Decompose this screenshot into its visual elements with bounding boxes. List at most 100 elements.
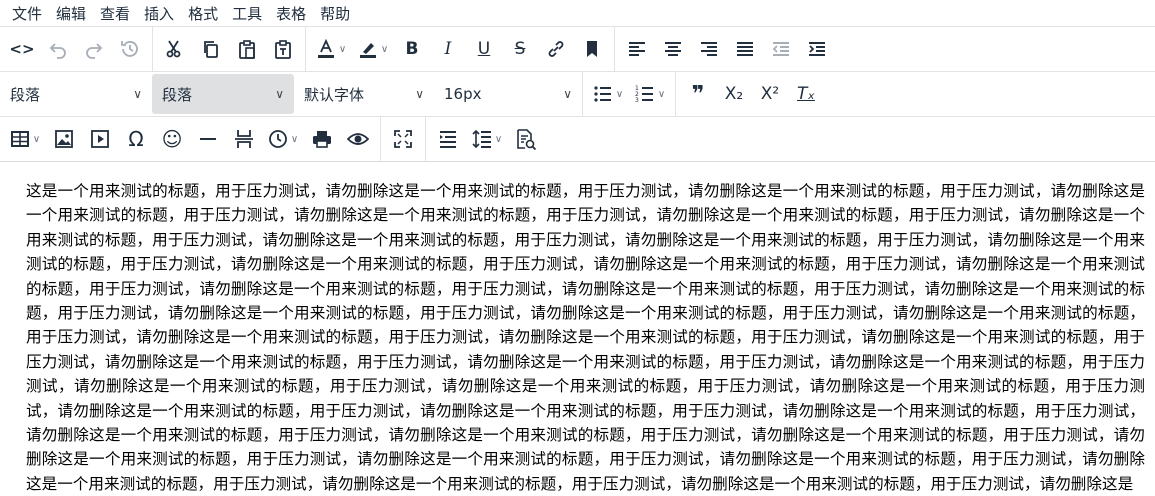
align-left-button[interactable] xyxy=(619,32,655,66)
clock-icon xyxy=(268,130,287,148)
superscript-button[interactable]: X² xyxy=(752,77,788,111)
page-break-icon xyxy=(235,130,253,148)
fullscreen-icon xyxy=(394,130,412,148)
clear-format-icon: Tₓ xyxy=(797,84,815,104)
menu-file[interactable]: 文件 xyxy=(12,3,42,24)
indent-icon xyxy=(809,42,825,56)
page-break-button[interactable] xyxy=(226,122,262,156)
align-right-icon xyxy=(701,42,717,56)
table-icon xyxy=(10,131,29,147)
formatting-group: ∨ ∨ B I U S xyxy=(306,27,615,71)
chevron-down-icon: ∨ xyxy=(563,87,572,101)
text-color-icon xyxy=(317,39,334,58)
text-color-button[interactable]: ∨ xyxy=(310,32,352,66)
quote-icon: ❞ xyxy=(691,81,705,107)
indent-button[interactable] xyxy=(799,32,835,66)
editor-content[interactable]: 这是一个用来测试的标题，用于压力测试，请勿删除这是一个用来测试的标题，用于压力测… xyxy=(0,162,1155,496)
link-button[interactable] xyxy=(538,32,574,66)
chevron-down-icon: ∨ xyxy=(615,88,624,100)
menu-help[interactable]: 帮助 xyxy=(320,3,350,24)
bullet-list-button[interactable]: ∨ xyxy=(587,77,629,111)
fullscreen-button[interactable] xyxy=(385,122,421,156)
table-button[interactable]: ∨ xyxy=(4,122,46,156)
emoticons-button[interactable]: ☺ xyxy=(154,122,190,156)
horizontal-rule-button[interactable] xyxy=(190,122,226,156)
block-format-select[interactable]: 段落 ∨ xyxy=(0,74,152,114)
view-group xyxy=(381,117,426,161)
chevron-down-icon: ∨ xyxy=(657,88,666,100)
blockquote-button[interactable]: ❞ xyxy=(680,77,716,111)
code-icon: <> xyxy=(9,40,35,58)
line-height-button[interactable]: ∨ xyxy=(466,122,508,156)
scissors-icon xyxy=(166,40,181,58)
menu-format[interactable]: 格式 xyxy=(188,3,218,24)
paragraph-select[interactable]: 段落 ∨ xyxy=(152,74,294,114)
align-right-button[interactable] xyxy=(691,32,727,66)
copy-icon xyxy=(204,41,218,58)
strikethrough-button[interactable]: S xyxy=(502,32,538,66)
numbered-list-icon: 123 xyxy=(635,85,653,104)
chevron-down-icon: ∨ xyxy=(338,43,347,55)
italic-button[interactable]: I xyxy=(430,32,466,66)
underline-button[interactable]: U xyxy=(466,32,502,66)
alignment-group xyxy=(615,27,839,71)
align-justify-icon xyxy=(737,42,753,56)
menu-table[interactable]: 表格 xyxy=(276,3,306,24)
outdent-button[interactable] xyxy=(763,32,799,66)
history-icon xyxy=(121,41,138,57)
redo-button[interactable] xyxy=(76,32,112,66)
align-center-button[interactable] xyxy=(655,32,691,66)
align-center-icon xyxy=(665,42,681,56)
font-family-value: 默认字体 xyxy=(304,85,365,104)
image-icon xyxy=(55,130,73,148)
special-char-button[interactable]: Ω xyxy=(118,122,154,156)
menu-tools[interactable]: 工具 xyxy=(232,3,262,24)
font-family-select[interactable]: 默认字体 ∨ xyxy=(294,74,434,114)
selects-group: 段落 ∨ 段落 ∨ 默认字体 ∨ 16px ∨ xyxy=(0,72,583,116)
subscript-icon: X₂ xyxy=(724,84,744,104)
chevron-down-icon: ∨ xyxy=(494,133,503,145)
underline-icon: U xyxy=(477,39,491,59)
bold-button[interactable]: B xyxy=(394,32,430,66)
undo-icon xyxy=(49,43,66,59)
menu-view[interactable]: 查看 xyxy=(100,3,130,24)
image-button[interactable] xyxy=(46,122,82,156)
bullet-list-icon xyxy=(594,86,611,102)
highlight-color-button[interactable]: ∨ xyxy=(352,32,394,66)
document-search-icon xyxy=(517,129,537,150)
media-button[interactable] xyxy=(82,122,118,156)
print-button[interactable] xyxy=(304,122,340,156)
font-size-value: 16px xyxy=(444,85,482,103)
preview-button[interactable] xyxy=(340,122,376,156)
source-code-button[interactable]: <> xyxy=(4,32,40,66)
subscript-button[interactable]: X₂ xyxy=(716,77,752,111)
insert-datetime-button[interactable]: ∨ xyxy=(262,122,304,156)
copy-button[interactable] xyxy=(193,32,229,66)
undo-button[interactable] xyxy=(40,32,76,66)
menu-insert[interactable]: 插入 xyxy=(144,3,174,24)
history-group: <> xyxy=(0,27,153,71)
clear-format-button[interactable]: Tₓ xyxy=(788,77,824,111)
align-left-icon xyxy=(629,42,645,56)
insert-group: ∨ Ω ☺ ∨ xyxy=(0,117,381,161)
restore-draft-button[interactable] xyxy=(112,32,148,66)
superscript-icon: X² xyxy=(760,84,780,104)
chevron-down-icon: ∨ xyxy=(133,87,142,101)
editor-area[interactable]: 这是一个用来测试的标题，用于压力测试，请勿删除这是一个用来测试的标题，用于压力测… xyxy=(0,161,1155,496)
paste-button[interactable] xyxy=(229,32,265,66)
omega-icon: Ω xyxy=(128,127,144,151)
cut-button[interactable] xyxy=(157,32,193,66)
italic-icon: I xyxy=(444,39,452,59)
word-count-button[interactable] xyxy=(508,122,544,156)
line-indent-button[interactable] xyxy=(430,122,466,156)
font-size-select[interactable]: 16px ∨ xyxy=(434,74,582,114)
numbered-list-button[interactable]: 123 ∨ xyxy=(629,77,671,111)
toolbar-row-3: ∨ Ω ☺ ∨ ∨ xyxy=(0,116,1155,161)
bookmark-button[interactable] xyxy=(574,32,610,66)
paste-text-button[interactable] xyxy=(265,32,301,66)
menubar: 文件 编辑 查看 插入 格式 工具 表格 帮助 xyxy=(0,0,1155,26)
menu-edit[interactable]: 编辑 xyxy=(56,3,86,24)
align-justify-button[interactable] xyxy=(727,32,763,66)
video-icon xyxy=(91,130,109,148)
toolbar-row-1: <> ∨ ∨ B I U S xyxy=(0,26,1155,71)
